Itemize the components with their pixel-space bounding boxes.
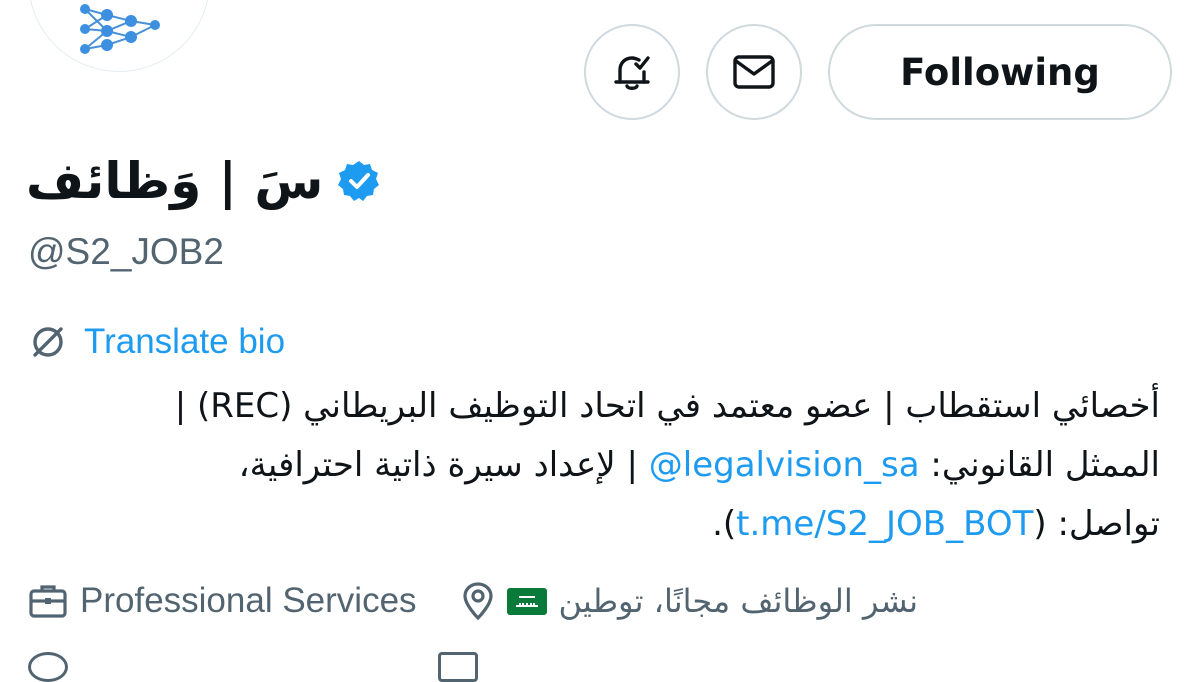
following-button[interactable]: Following [828,24,1172,120]
bio-text: الممثل القانوني: [919,445,1160,485]
name-row: سَ | وَظائف [26,146,381,216]
avatar[interactable] [28,0,210,72]
category-label: Professional Services [80,581,417,620]
network-logo-icon [80,4,160,54]
category-item: Professional Services [28,581,417,621]
location-item: نشر الوظائف مجانًا، توطين [461,581,919,621]
saudi-flag-icon [506,587,547,615]
mention-link[interactable]: @legalvision_sa [649,445,920,485]
link-icon [28,652,68,682]
profile-meta: Professional Services نشر الوظائف مجانًا… [28,578,918,624]
bell-check-icon [614,56,650,90]
translate-bio[interactable]: Translate bio [28,320,285,364]
location-pin-icon [462,582,493,621]
bio-text: تواصل: ( [1033,504,1160,544]
verified-badge-icon [338,161,380,201]
profile-meta-second-row [28,652,478,682]
mail-icon [733,55,775,89]
bio-line-2: الممثل القانوني: @legalvision_sa | لإعدا… [20,436,1160,495]
bio-line-1: أخصائي استقطاب | عضو معتمد في اتحاد التو… [174,386,1160,426]
translate-icon [33,327,63,357]
bio-text: ). [712,504,737,544]
location-label: نشر الوظائف مجانًا، توطين [558,582,919,620]
profile-handle: @S2_JOB2 [28,231,224,272]
translate-bio-label[interactable]: Translate bio [84,322,285,362]
message-button[interactable] [706,24,802,120]
notifications-button[interactable] [584,24,680,120]
telegram-link[interactable]: t.me/S2_JOB_BOT [736,504,1033,544]
profile-bio: أخصائي استقطاب | عضو معتمد في اتحاد التو… [20,377,1160,554]
bio-line-3: تواصل: (t.me/S2_JOB_BOT). [20,495,1160,554]
bio-text: | لإعداد سيرة ذاتية احترافية، [238,445,649,485]
calendar-icon [438,652,478,682]
briefcase-icon [29,585,67,618]
display-name: سَ | وَظائف [26,152,324,210]
